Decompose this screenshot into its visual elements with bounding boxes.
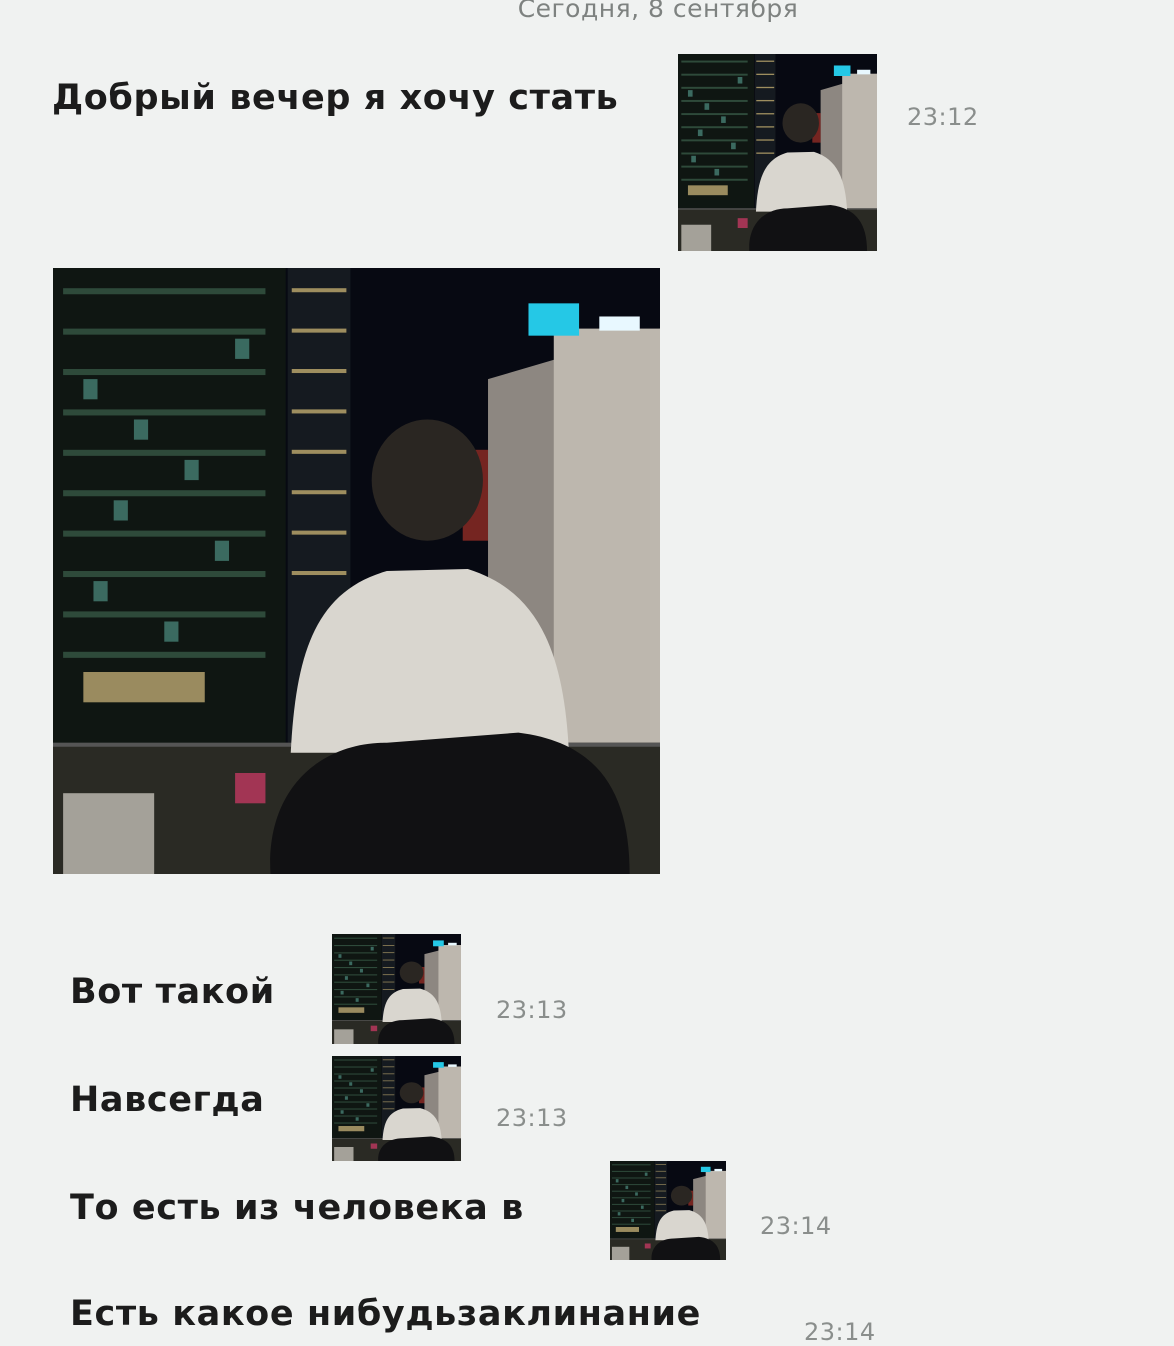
night-city-photo-icon	[610, 1161, 726, 1260]
message-text: То есть из человека в	[70, 1188, 524, 1228]
message-time: 23:13	[496, 996, 568, 1024]
message-time: 23:12	[907, 103, 979, 131]
message-time: 23:13	[496, 1104, 568, 1132]
night-city-photo-icon	[332, 1056, 461, 1161]
night-city-photo-icon	[332, 934, 461, 1044]
message-time: 23:14	[760, 1212, 832, 1240]
message-photo[interactable]	[610, 1161, 726, 1260]
message-text: Есть какое нибудьзаклинание	[70, 1294, 702, 1334]
message-photo[interactable]	[678, 54, 877, 251]
message-text: Добрый вечер я хочу стать	[52, 78, 619, 118]
message-text: Навсегда	[70, 1080, 265, 1120]
date-separator: Сегодня, 8 сентября	[517, 0, 799, 23]
message-photo[interactable]	[332, 1056, 461, 1161]
night-city-photo-icon	[678, 54, 877, 251]
message-photo[interactable]	[332, 934, 461, 1044]
message-text: Вот такой	[70, 972, 275, 1012]
message-photo-large[interactable]	[53, 268, 660, 874]
night-city-photo-icon	[53, 268, 660, 874]
